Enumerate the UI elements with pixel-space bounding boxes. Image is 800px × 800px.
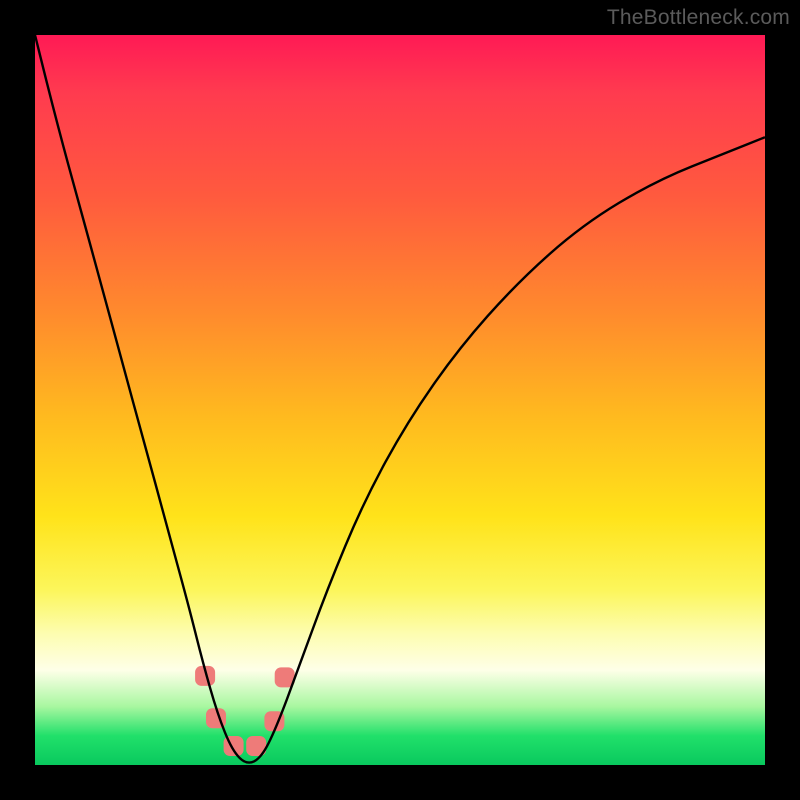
bottleneck-curve — [35, 35, 765, 765]
curve-line — [35, 35, 765, 763]
plot-area — [35, 35, 765, 765]
chart-frame: TheBottleneck.com — [0, 0, 800, 800]
watermark-text: TheBottleneck.com — [607, 6, 790, 30]
curve-markers — [195, 666, 295, 756]
